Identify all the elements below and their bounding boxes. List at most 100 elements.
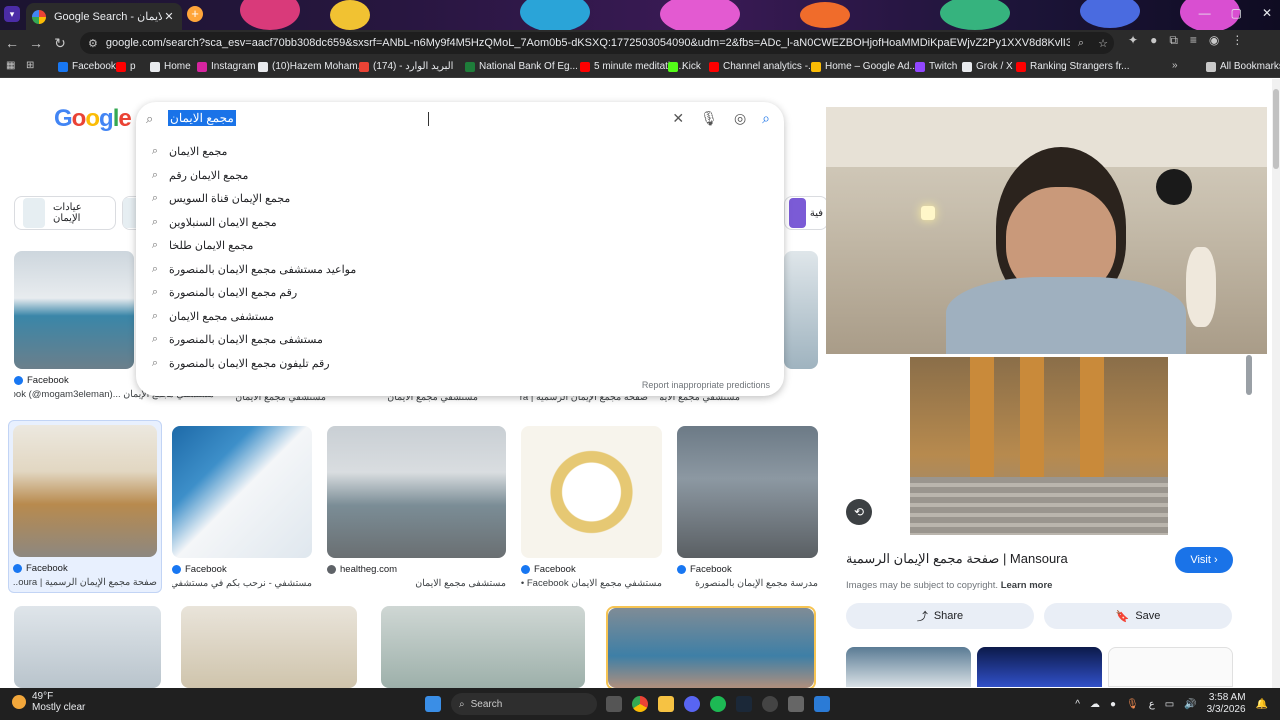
photos-icon[interactable] [814, 696, 830, 712]
maximize-icon[interactable]: ▢ [1231, 6, 1242, 20]
minimize-icon[interactable]: — [1199, 6, 1211, 20]
image-result[interactable]: Facebook مستشفي مجمع الإيمان ...ook (@mo… [14, 251, 214, 400]
result-thumbnail[interactable] [521, 426, 662, 558]
result-thumbnail[interactable] [677, 426, 818, 558]
menu-icon[interactable]: ⋮ [1231, 33, 1243, 48]
panel-scrollbar[interactable] [1246, 355, 1252, 395]
tray-overflow-icon[interactable]: ^ [1075, 699, 1080, 710]
tray-app-icon[interactable]: ☁ [1090, 699, 1100, 710]
bookmark-item[interactable]: Kick [668, 61, 701, 72]
bookmark-item[interactable]: Channel analytics -... [709, 61, 816, 72]
chip-iman-clinics[interactable]: عيادات الإيمان [14, 196, 116, 230]
task-view-icon[interactable] [606, 696, 622, 712]
learn-more-link[interactable]: Learn more [1001, 580, 1053, 591]
clock[interactable]: 3:58 AM 3/3/2026 [1207, 692, 1246, 716]
suggestion-item[interactable]: ⌕ مجمع الايمان السنبلاوين [144, 211, 774, 235]
chip-right[interactable]: فية [784, 196, 828, 230]
weather-widget[interactable]: 49°F Mostly clear [12, 691, 85, 713]
scrollbar-thumb[interactable] [1273, 89, 1279, 169]
result-thumbnail[interactable] [13, 425, 157, 557]
bookmark-item[interactable]: p [116, 61, 136, 72]
image-result[interactable] [14, 606, 161, 688]
bookmark-item[interactable]: (174) - البريد الوارد [359, 61, 453, 72]
file-explorer-icon[interactable] [658, 696, 674, 712]
more-bookmarks-icon[interactable]: » [1172, 60, 1178, 71]
preview-title[interactable]: صفحة مجمع الإيمان الرسمية | Mansoura [846, 551, 1068, 567]
zoom-icon[interactable]: ⌕ [1070, 37, 1092, 50]
save-button[interactable]: 🔖 Save [1044, 603, 1232, 629]
visit-button[interactable]: Visit › [1175, 547, 1233, 573]
site-info-icon[interactable]: ⚙ [88, 37, 98, 50]
bookmark-item[interactable]: Facebook [58, 61, 116, 72]
result-caption[interactable]: مستشفى مجمع الايمان [327, 578, 506, 589]
apps-icon[interactable]: ▦ [6, 60, 15, 71]
result-thumbnail[interactable] [14, 251, 134, 369]
suggestion-item[interactable]: ⌕ مجمع الإيمان قناة السويس [144, 187, 774, 211]
bookmark-item[interactable]: Twitch [915, 61, 957, 72]
image-result[interactable]: Facebook مستشفي - نرحب بكم في مستشفي مج.… [172, 426, 312, 589]
tray-app-icon[interactable]: ● [1110, 699, 1116, 710]
microphone-icon[interactable]: 🎙 [700, 110, 718, 127]
result-thumbnail[interactable] [14, 606, 161, 688]
suggestion-item[interactable]: ⌕ مواعيد مستشفى مجمع الايمان بالمنصورة [144, 258, 774, 282]
result-thumbnail[interactable] [608, 608, 814, 688]
steam-icon[interactable] [736, 696, 752, 712]
image-result-selected[interactable]: Facebook صفحة مجمع الإيمان الرسمية | our… [8, 420, 162, 593]
app-icon[interactable] [788, 696, 804, 712]
preview-image[interactable] [910, 357, 1168, 535]
suggestion-item[interactable]: ⌕ مجمع الايمان [144, 140, 774, 164]
bookmark-item[interactable]: National Bank Of Eg... [465, 61, 578, 72]
search-submit-icon[interactable]: ⌕ [762, 110, 770, 127]
close-window-icon[interactable]: ✕ [1262, 6, 1272, 20]
image-result[interactable]: healtheg.com مستشفى مجمع الايمان [327, 426, 506, 589]
tab-groups-icon[interactable]: ⊞ [26, 60, 34, 71]
result-thumbnail[interactable] [327, 426, 506, 558]
address-bar[interactable]: ⚙ google.com/search?sca_esv=aacf70bb308d… [80, 32, 1114, 54]
result-thumbnail[interactable] [181, 606, 357, 688]
bookmark-item[interactable]: Home [150, 61, 191, 72]
spotify-icon[interactable] [710, 696, 726, 712]
lens-camera-icon[interactable]: ◎ [734, 110, 746, 127]
suggestion-item[interactable]: ⌕ مستشفى مجمع الايمان [144, 305, 774, 329]
page-scrollbar[interactable] [1272, 79, 1280, 688]
image-result[interactable]: Facebook مدرسة مجمع الإيمان بالمنصورة [677, 426, 818, 589]
related-image[interactable] [977, 647, 1102, 687]
extension-icon[interactable]: ● [1150, 33, 1157, 48]
suggestion-item[interactable]: ⌕ رقم مجمع الايمان بالمنصورة [144, 281, 774, 305]
url-text[interactable]: google.com/search?sca_esv=aacf70bb308dc6… [106, 37, 1070, 49]
report-predictions-link[interactable]: Report inappropriate predictions [642, 380, 770, 390]
microphone-tray-icon[interactable]: 🎙 [1126, 699, 1139, 710]
result-caption[interactable]: صفحة مجمع الإيمان الرسمية | oura... [13, 577, 157, 588]
network-icon[interactable]: ▭ [1165, 699, 1174, 710]
puzzle-icon[interactable]: ⧉ [1169, 33, 1178, 48]
result-thumbnail[interactable] [172, 426, 312, 558]
all-bookmarks[interactable]: All Bookmarks [1206, 61, 1280, 72]
windows-start-icon[interactable] [425, 696, 441, 712]
new-tab-button[interactable]: + [187, 6, 203, 22]
bookmark-item[interactable]: Ranking Strangers fr... [1016, 61, 1130, 72]
related-image[interactable] [1108, 647, 1233, 687]
language-indicator[interactable]: ع [1149, 699, 1155, 710]
taskbar-search[interactable]: ⌕ Search [451, 693, 597, 715]
bookmark-item[interactable]: Instagram [197, 61, 255, 72]
active-tab[interactable]: Google Search - مجمع الايمان ✕ [26, 3, 182, 30]
profile-avatar-icon[interactable]: ◉ [1209, 33, 1219, 48]
bookmark-item[interactable]: Home – Google Ad... [811, 61, 918, 72]
obs-icon[interactable] [762, 696, 778, 712]
visual-search-icon[interactable]: ⟲ [846, 499, 872, 525]
image-result[interactable] [606, 606, 816, 688]
result-thumbnail[interactable] [381, 606, 585, 688]
chrome-icon[interactable] [632, 696, 648, 712]
back-icon[interactable]: ← [0, 35, 24, 51]
suggestion-item[interactable]: ⌕ رقم تليفون مجمع الايمان بالمنصورة [144, 352, 774, 376]
google-logo[interactable]: Google [54, 105, 132, 133]
image-result[interactable]: Facebook مستشفي مجمع الايمان Facebook • … [521, 426, 662, 589]
image-result[interactable] [381, 606, 585, 688]
suggestion-item[interactable]: ⌕ مستشفى مجمع الايمان بالمنصورة [144, 328, 774, 352]
notifications-icon[interactable]: 🔔 [1256, 699, 1268, 710]
result-caption[interactable]: مستشفي مجمع الايمان Facebook • ... [521, 578, 662, 589]
clear-icon[interactable]: ✕ [672, 110, 684, 127]
image-result[interactable] [784, 251, 818, 369]
suggestion-item[interactable]: ⌕ مجمع الايمان طلخا [144, 234, 774, 258]
search-input[interactable]: مجمع الايمان [168, 110, 236, 126]
